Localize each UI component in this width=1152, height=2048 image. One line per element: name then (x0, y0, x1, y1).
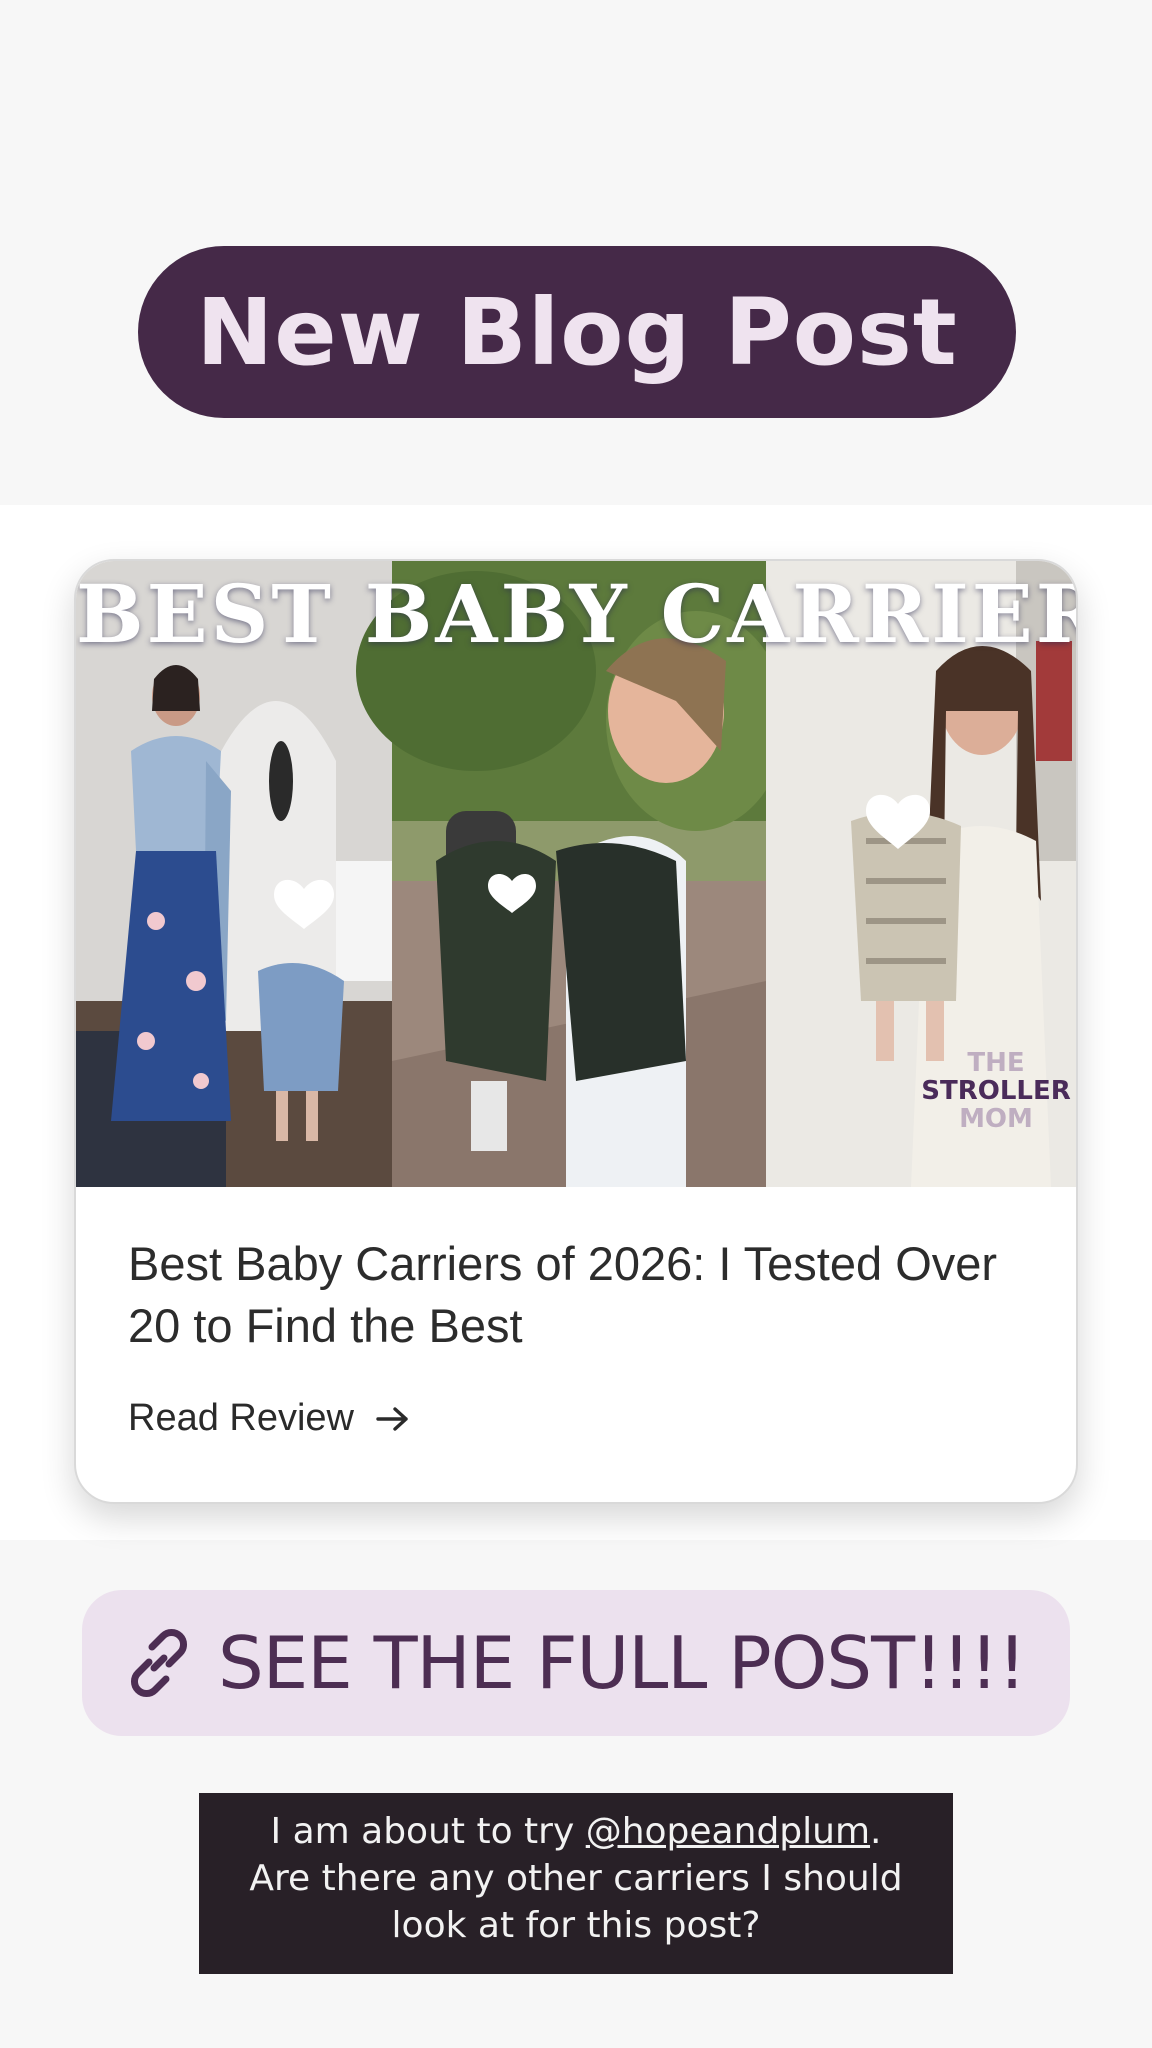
see-full-post-link[interactable]: SEE THE FULL POST!!!! (82, 1590, 1070, 1736)
watermark-logo: THE STROLLER MOM (921, 1048, 1071, 1134)
read-review-link[interactable]: Read Review (128, 1397, 410, 1440)
hero-image: BEST BABY CARRIERS THE STROLLER MOM (76, 561, 1078, 1187)
mention-link[interactable]: @hopeandplum (586, 1811, 870, 1852)
post-title[interactable]: Best Baby Carriers of 2026: I Tested Ove… (128, 1233, 1048, 1357)
caption-line-3: look at for this post? (391, 1905, 761, 1946)
story-caption: I am about to try @hopeandplum. Are ther… (199, 1793, 953, 1974)
link-icon (131, 1629, 187, 1697)
blog-post-card[interactable]: BEST BABY CARRIERS THE STROLLER MOM Best… (74, 559, 1078, 1504)
caption-line-1: I am about to try @hopeandplum. (270, 1811, 882, 1852)
read-review-label: Read Review (128, 1397, 354, 1439)
hero-title: BEST BABY CARRIERS (76, 567, 1078, 661)
caption-line-2: Are there any other carriers I should (249, 1858, 903, 1899)
link-label: SEE THE FULL POST!!!! (218, 1621, 1027, 1705)
new-blog-post-badge: New Blog Post (138, 246, 1016, 418)
badge-title: New Blog Post (196, 278, 958, 386)
story-page: New Blog Post BEST BABY CARRIERS THE STR… (0, 0, 1152, 2048)
arrow-right-icon (376, 1406, 408, 1431)
